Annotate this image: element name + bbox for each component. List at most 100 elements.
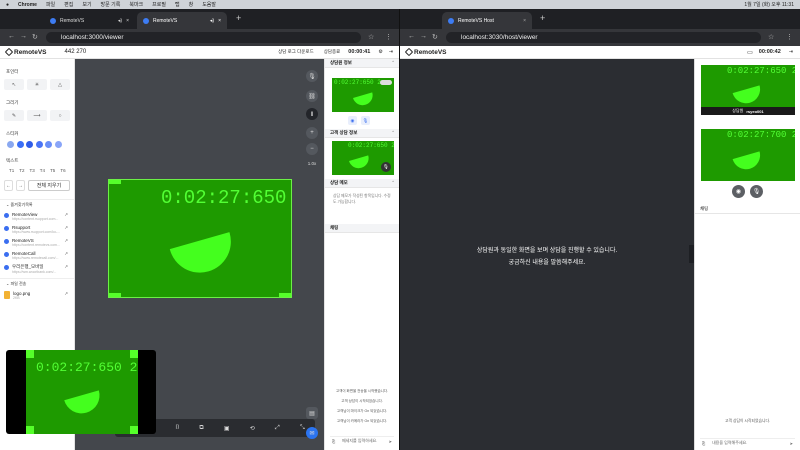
bookmark-item[interactable]: RemoteCall https://www.remotecall.com/...… bbox=[4, 251, 68, 260]
bookmark-item[interactable]: RemoteVS https://content.remotevs.com... ↗ bbox=[4, 238, 68, 247]
bookmark-star-icon[interactable]: ☆ bbox=[368, 33, 374, 41]
chevron-up-icon[interactable]: ⌃ bbox=[391, 180, 395, 186]
tab-remotevs-2[interactable]: RemoteVS ◂) × bbox=[137, 12, 227, 29]
customer-info-header[interactable]: 고객 상담 정보 ⌃ bbox=[325, 129, 399, 138]
sticker-color-2[interactable] bbox=[16, 141, 24, 148]
open-external-icon[interactable]: ↗ bbox=[64, 264, 68, 270]
pause-button[interactable]: Ⅱ bbox=[306, 108, 318, 120]
text-size-t2[interactable]: T2 bbox=[19, 168, 24, 173]
new-tab-button[interactable]: + bbox=[236, 13, 241, 23]
sticker-color-4[interactable] bbox=[35, 141, 43, 148]
microphone-icon[interactable]: 🎙 bbox=[361, 116, 370, 125]
back-icon[interactable]: ← bbox=[8, 33, 15, 40]
close-icon[interactable]: × bbox=[523, 18, 526, 24]
open-external-icon[interactable]: ↗ bbox=[64, 291, 68, 297]
end-session-button[interactable]: 상담종료 bbox=[324, 49, 341, 55]
apple-icon[interactable]: ● bbox=[6, 2, 9, 8]
zoom-in-button[interactable]: + bbox=[306, 127, 318, 139]
connection-icon[interactable]: ⛓ bbox=[306, 90, 318, 102]
attach-icon[interactable]: ⎘ bbox=[332, 439, 335, 444]
clear-all-button[interactable]: 전체 지우기 bbox=[28, 180, 70, 191]
camera-icon[interactable]: ◉ bbox=[348, 116, 357, 125]
exit-icon[interactable]: ⇥ bbox=[389, 49, 393, 55]
microphone-button[interactable]: 🎙 bbox=[750, 185, 763, 198]
send-icon[interactable]: ➤ bbox=[389, 439, 392, 444]
menu-bookmarks[interactable]: 북마크 bbox=[129, 1, 143, 8]
toggle-switch[interactable] bbox=[380, 80, 392, 85]
new-tab-button[interactable]: + bbox=[540, 13, 545, 23]
menu-dots-icon[interactable]: ⋮ bbox=[786, 33, 793, 41]
host-chat-input[interactable]: ⎘ 내용을 입력해주세요. ➤ bbox=[700, 438, 795, 447]
sticker-color-5[interactable] bbox=[45, 141, 52, 148]
counsel-info-header[interactable]: 상담원 정보 ⌃ bbox=[325, 59, 399, 68]
send-icon[interactable]: ➤ bbox=[790, 441, 793, 446]
settings-icon[interactable]: ⚙ bbox=[378, 49, 382, 55]
back-icon[interactable]: ← bbox=[408, 33, 415, 40]
menu-dots-icon[interactable]: ⋮ bbox=[385, 33, 392, 41]
close-icon[interactable]: × bbox=[218, 18, 221, 24]
fit-icon[interactable]: ⤡ bbox=[300, 425, 305, 432]
shared-screen[interactable]: 0:02:27:650 29 bbox=[108, 179, 292, 298]
menu-history[interactable]: 방문 기록 bbox=[101, 1, 121, 8]
pointer-cone-button[interactable]: △ bbox=[50, 79, 70, 90]
pen-button[interactable]: ✎ bbox=[4, 110, 24, 121]
text-size-t1[interactable]: T1 bbox=[9, 168, 14, 173]
rotate-icon[interactable]: ⟲ bbox=[250, 425, 255, 432]
sticker-color-1[interactable] bbox=[7, 141, 14, 148]
menu-view[interactable]: 보기 bbox=[82, 1, 91, 8]
camera-button[interactable]: ◉ bbox=[732, 185, 745, 198]
menu-profile[interactable]: 프로필 bbox=[152, 1, 166, 8]
address-bar[interactable]: localhost:3030/host/viewer bbox=[446, 32, 761, 43]
chevron-up-icon[interactable]: ⌃ bbox=[391, 60, 395, 66]
screen-switch-icon[interactable]: ⧉ bbox=[199, 425, 203, 432]
forward-icon[interactable]: → bbox=[420, 33, 427, 40]
reload-icon[interactable]: ↻ bbox=[32, 33, 38, 41]
sticker-color-3[interactable] bbox=[26, 141, 33, 148]
chevron-up-icon[interactable]: ⌃ bbox=[391, 130, 395, 136]
menu-tab[interactable]: 탭 bbox=[175, 1, 180, 8]
reload-icon[interactable]: ↻ bbox=[432, 33, 438, 41]
menu-app-name[interactable]: Chrome bbox=[18, 2, 37, 8]
open-external-icon[interactable]: ↗ bbox=[64, 251, 68, 257]
file-item[interactable]: logo.png 2KB ↗ bbox=[4, 291, 68, 300]
forward-icon[interactable]: → bbox=[20, 33, 27, 40]
tab-remotevs-host[interactable]: RemoteVS Host × bbox=[442, 12, 532, 29]
menu-help[interactable]: 도움말 bbox=[202, 1, 216, 8]
line-button[interactable]: ⟶ bbox=[27, 110, 47, 121]
open-external-icon[interactable]: ↗ bbox=[64, 238, 68, 244]
open-external-icon[interactable]: ↗ bbox=[64, 225, 68, 231]
menu-window[interactable]: 창 bbox=[189, 1, 194, 8]
undo-button[interactable]: ← bbox=[4, 180, 13, 191]
redo-button[interactable]: → bbox=[16, 180, 25, 191]
address-bar[interactable]: localhost:3000/viewer bbox=[46, 32, 361, 43]
chat-input[interactable]: ⎘ 메세지를 입력하세요. ➤ bbox=[330, 436, 394, 445]
memo-textarea[interactable]: 상담 메모가 작성된 항목입니다. 수정도 가능합니다. bbox=[333, 193, 393, 205]
zoom-out-button[interactable]: − bbox=[306, 143, 318, 155]
open-external-icon[interactable]: ↗ bbox=[64, 212, 68, 218]
text-size-t5[interactable]: T5 bbox=[50, 168, 55, 173]
chat-toggle-button[interactable]: ✉ bbox=[306, 427, 318, 439]
bookmark-item[interactable]: Rsupport https://www.rsupport.com/ko-... ↗ bbox=[4, 225, 68, 234]
camera-icon[interactable]: ⌷ bbox=[176, 425, 180, 432]
window-icon[interactable]: ▣ bbox=[224, 425, 230, 432]
bookmark-item[interactable]: RemoteView https://content.rsupport.com..… bbox=[4, 212, 68, 221]
pip-window[interactable]: 0:02:27:650 29 bbox=[6, 350, 156, 434]
microphone-icon[interactable]: 🎙 bbox=[381, 162, 391, 172]
log-download-button[interactable]: 상담 로그 다운로드 bbox=[278, 49, 314, 55]
tab-remotevs-1[interactable]: RemoteVS ◂) × bbox=[44, 12, 135, 29]
bookmark-star-icon[interactable]: ☆ bbox=[768, 33, 774, 41]
text-size-t3[interactable]: T3 bbox=[30, 168, 35, 173]
pointer-laser-button[interactable]: ✳ bbox=[27, 79, 47, 90]
menu-file[interactable]: 파일 bbox=[46, 1, 55, 8]
fullscreen-icon[interactable]: ⤢ bbox=[275, 425, 280, 432]
sticker-color-6[interactable] bbox=[54, 141, 62, 148]
attach-icon[interactable]: ⎘ bbox=[702, 441, 705, 446]
save-icon[interactable]: ▤ bbox=[306, 407, 318, 419]
audio-icon[interactable]: ◂) bbox=[118, 18, 122, 24]
text-size-t4[interactable]: T4 bbox=[40, 168, 45, 173]
clock[interactable]: 1월 7일 (화) 오후 11:31 bbox=[744, 1, 794, 8]
pointer-arrow-button[interactable]: ↖ bbox=[4, 79, 24, 90]
memo-header[interactable]: 상담 메모 ⌃ bbox=[325, 179, 399, 188]
close-icon[interactable]: × bbox=[126, 18, 129, 24]
bookmark-item[interactable]: 우리은행_모바일 https://wm.wooribank.com/... ↗ bbox=[4, 264, 68, 274]
